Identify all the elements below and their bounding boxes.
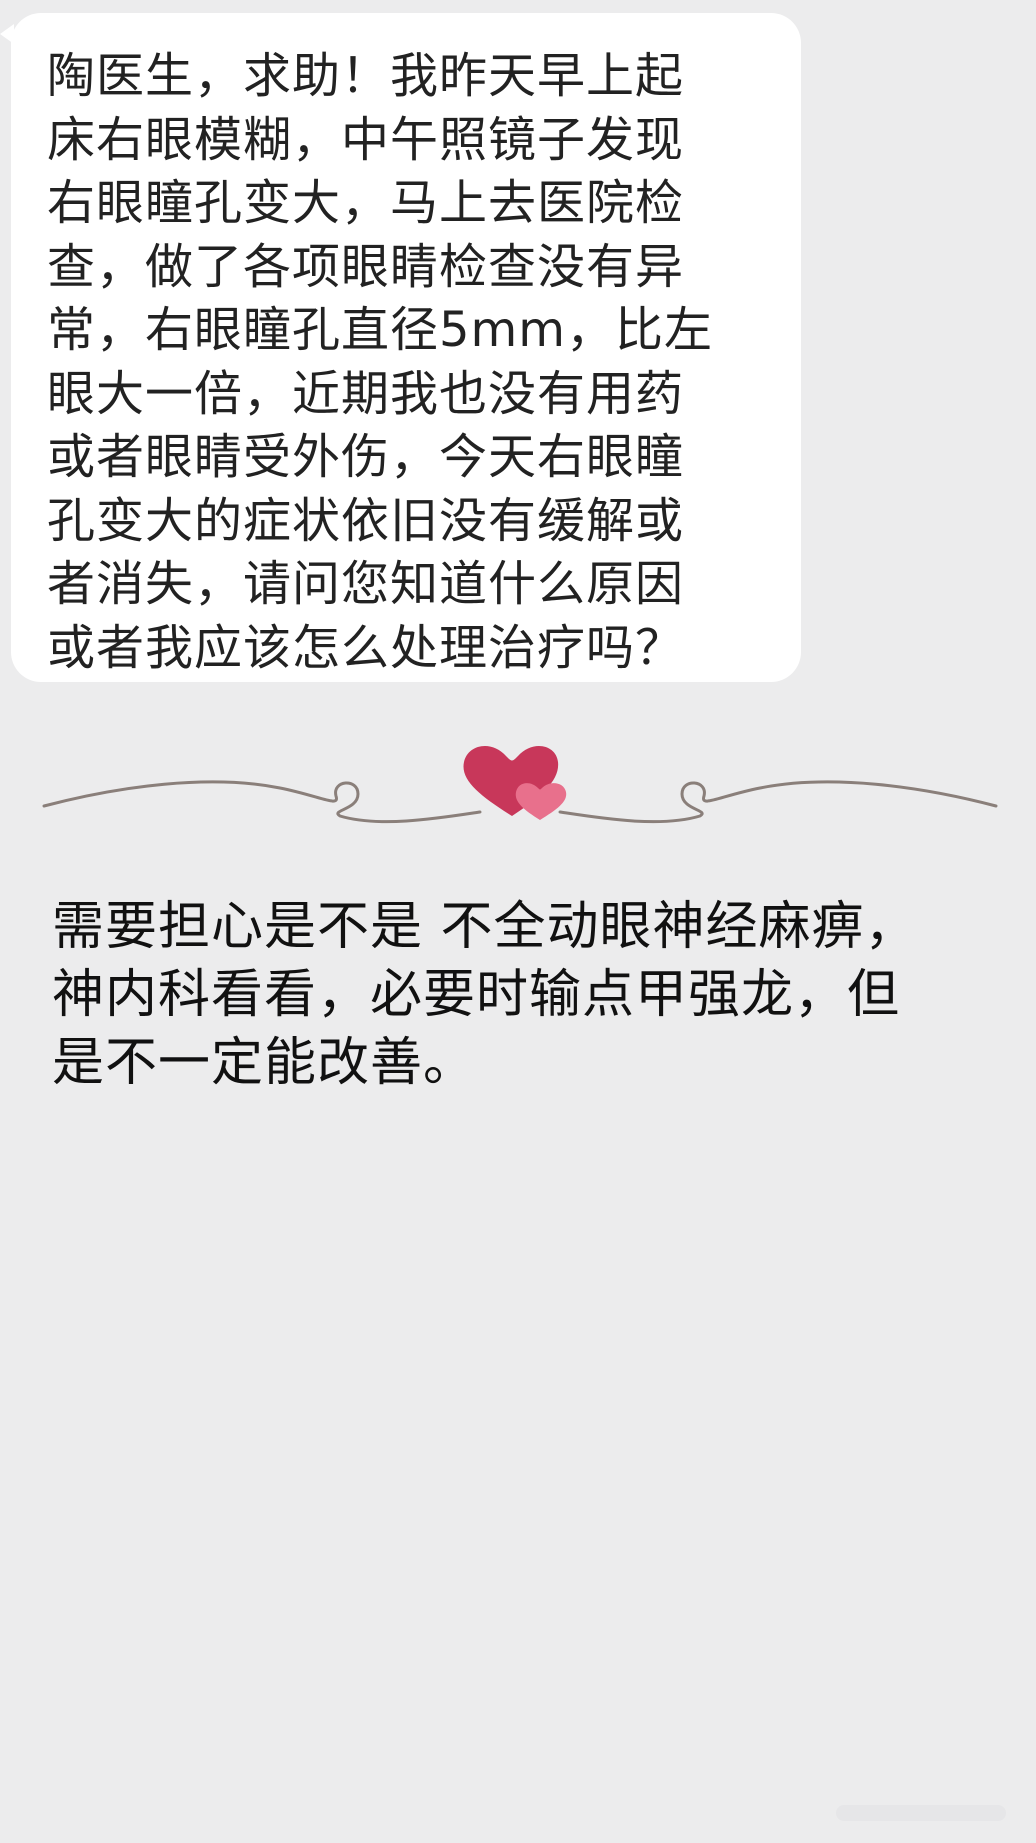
answer-text: 需要担心是不是 不全动眼神经麻痹， 神内科看看，必要时输点甲强龙，但 是不一定能…: [52, 893, 1012, 1097]
heart-divider-icon: [42, 745, 998, 824]
question-line: 常，右眼瞳孔直径5mm，比左: [47, 302, 714, 358]
question-line: 查，做了各项眼睛检查没有异: [47, 238, 685, 295]
question-text: 陶医生，求助！我昨天早上起 床右眼模糊，中午照镜子发现 右眼瞳孔变大，马上去医院…: [47, 45, 761, 680]
question-line: 或者眼睛受外伤，今天右眼瞳: [47, 429, 685, 485]
answer-line: 神内科看看，必要时输点甲强龙，但: [52, 965, 901, 1025]
question-line: 右眼瞳孔变大，马上去医院检: [47, 175, 685, 231]
watermark: [836, 1805, 1006, 1821]
question-line: 陶医生，求助！我昨天早上起: [47, 48, 685, 104]
question-line: 眼大一倍，近期我也没有用药: [47, 365, 685, 422]
question-line: 或者我应该怎么处理治疗吗？: [47, 619, 685, 676]
question-line: 孔变大的症状依旧没有缓解或: [47, 492, 685, 549]
answer-line: 需要担心是不是 不全动眼神经麻痹，: [52, 897, 918, 957]
question-line: 床右眼模糊，中午照镜子发现: [47, 111, 685, 168]
question-line: 者消失，请问您知道什么原因: [47, 556, 685, 612]
question-message-bubble: 陶医生，求助！我昨天早上起 床右眼模糊，中午照镜子发现 右眼瞳孔变大，马上去医院…: [11, 13, 801, 682]
divider-left-curve: [42, 780, 482, 824]
divider-right-curve: [558, 780, 998, 824]
answer-line: 是不一定能改善。: [52, 1033, 477, 1093]
